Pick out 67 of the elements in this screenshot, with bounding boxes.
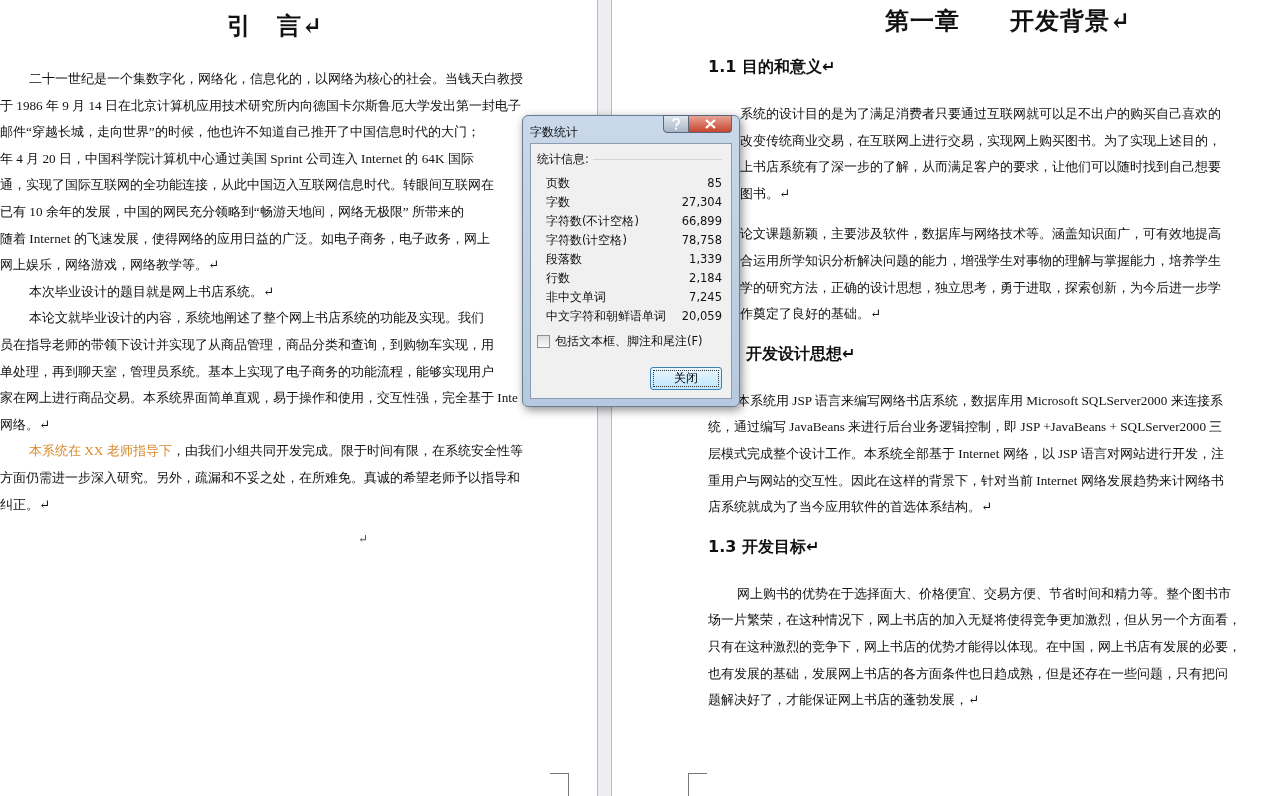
text-line: 重用户与网站的交互性。因此在这样的背景下，针对当前 Internet 网络发展趋势来计网络书 (708, 471, 1224, 490)
text-line: 层模式完成整个设计工作。本系统全部基于 Internet 网络，以 JSP 语言对网站进行开发，注 (708, 444, 1224, 463)
text-line: 改变传统商业交易，在互联网上进行交易，实现网上购买图书。为了实现上述目的， (740, 131, 1221, 150)
text-line: 于 1986 年 9 月 14 日在北京计算机应用技术研究所内向德国卡尔斯鲁厄大学发出第一封电子 (0, 96, 521, 115)
text-line: 图书。↵ (740, 184, 791, 203)
text-line: 网上购书的优势在于选择面大、价格便宜、交易方便、节省时间和精力等。整个图书市 (736, 584, 1232, 603)
stat-label: 行数 (546, 270, 570, 287)
text-line: 网络。↵ (0, 415, 51, 434)
group-label: 统计信息: (537, 152, 589, 167)
stat-value: 1,339 (689, 251, 722, 268)
close-dialog-button[interactable]: 关闭 (650, 367, 722, 390)
close-button[interactable] (689, 115, 732, 133)
text-line: 网上娱乐，网络游戏，网络教学等。↵ (0, 256, 220, 275)
corner-mark (550, 773, 569, 796)
stat-value: 85 (707, 175, 722, 192)
text-line: 纠正。↵ (0, 495, 51, 514)
text-line: 单处理，再到聊天室，管理员系统。基本上实现了电子商务的功能流程，能够实现用户 (0, 362, 494, 381)
text-line: 通，实现了国际互联网的全功能连接，从此中国迈入互联网信息时代。转眼间互联网在 (0, 176, 494, 195)
text-line: 本系统在 XX 老师指导下，由我们小组共同开发完成。限于时间有限，在系统安全性等 (28, 442, 523, 461)
text-line: 论文课题新颖，主要涉及软件，数据库与网络技术等。涵盖知识面广，可有效地提高 (740, 225, 1221, 244)
text-line: 已有 10 余年的发展，中国的网民充分领略到“畅游天地间，网络无极限” 所带来的 (0, 202, 464, 221)
text-line: 也有发展的基础，发展网上书店的各方面条件也日趋成熟，但是还存在一些问题，只有把问 (708, 664, 1228, 683)
text-line: 作奠定了良好的基础。↵ (740, 305, 882, 324)
stat-value: 66,899 (681, 213, 722, 230)
stat-label: 字符数(计空格) (546, 232, 627, 249)
text-line: 店系统就成为了当今应用软件的首选体系结构。↵ (708, 498, 993, 517)
paragraph-mark: ↵ (358, 532, 370, 548)
stat-label: 中文字符和朝鲜语单词 (546, 308, 666, 325)
text-line: 本次毕业设计的题目就是网上书店系统。↵ (28, 282, 275, 301)
text-line: 方面仍需进一步深入研究。另外，疏漏和不妥之处，在所难免。真诚的希望老师予以指导和 (0, 468, 520, 487)
section-heading: 1.3 开发目标↵ (708, 535, 821, 558)
checkbox-label: 包括文本框、脚注和尾注(F) (555, 334, 703, 349)
section-heading: 1.1 目的和意义↵ (708, 56, 837, 78)
text-line: 员在指导老师的带领下设计并实现了从商品管理，商品分类和查询，到购物车实现，用 (0, 335, 494, 354)
text-line: 本论文就毕业设计的内容，系统地阐述了整个网上书店系统的功能及实现。我们 (28, 309, 485, 328)
stat-value: 27,304 (681, 194, 722, 211)
text-line: 二十一世纪是一个集数字化，网络化，信息化的，以网络为核心的社会。当钱天白教授 (28, 70, 524, 88)
text-line: 只有在这种激烈的竞争下，网上书店的优势才能得以体现。在中国，网上书店有发展的必要， (708, 637, 1241, 656)
stat-value: 20,059 (681, 308, 722, 325)
chapter-title: 引 言↵ (225, 13, 325, 40)
text-line: 场一片繁荣，在这种情况下，网上书店的加入无疑将使得竞争更加激烈，但从另一个方面看， (708, 611, 1241, 630)
stat-value: 7,245 (689, 289, 722, 306)
text-line: 随着 Internet 的飞速发展，使得网络的应用日益的广泛。如电子商务，电子政务，网上 (0, 229, 490, 248)
text-line: 学的研究方法，正确的设计思想，独立思考，勇于进取，探索创新，为今后进一步学 (740, 278, 1221, 297)
text-line: 题解决好了，才能保证网上书店的蓬勃发展，↵ (708, 691, 980, 710)
stat-value: 2,184 (689, 270, 722, 287)
dialog-title: 字数统计 (530, 124, 579, 141)
text-line: 邮件“穿越长城，走向世界”的时候，他也许不知道自己推开了中国信息时代的大门； (0, 123, 480, 142)
corner-mark (688, 773, 707, 796)
stat-label: 段落数 (546, 251, 582, 268)
chapter-title: 第一章 开发背景↵ (883, 8, 1133, 35)
stat-label: 页数 (546, 175, 570, 192)
help-button[interactable] (663, 115, 689, 133)
text-line: 上书店系统有了深一步的了解，从而满足客户的要求，让他们可以随时找到自己想要 (740, 158, 1221, 177)
stat-label: 字符数(不计空格) (546, 213, 639, 230)
text-line: 统，通过编写 JavaBeans 来进行后台业务逻辑控制，即 JSP +JavaBeans + SQLServer2000 三 (708, 418, 1223, 437)
text-line: 年 4 月 20 日，中国科学院计算机中心通过美国 Sprint 公司连入 Internet 的 64K 国际 (0, 149, 474, 168)
text-line: 合运用所学知识分析解决问题的能力，增强学生对事物的理解与掌握能力，培养学生 (740, 251, 1221, 270)
checkbox[interactable] (537, 335, 550, 348)
section-heading: 开发设计思想↵ (745, 342, 857, 365)
text-line: 系统的设计目的是为了满足消费者只要通过互联网就可以足不出户的购买自己喜欢的 (740, 105, 1221, 123)
text-line: 家在网上进行商品交易。本系统界面简单直观，易于操作和使用，交互性强，完全基于 Inte (0, 389, 518, 408)
stat-label: 字数 (546, 194, 570, 211)
close-icon (704, 119, 716, 129)
stat-label: 非中文单词 (546, 289, 606, 306)
stat-value: 78,758 (681, 232, 722, 249)
help-icon (671, 118, 681, 130)
